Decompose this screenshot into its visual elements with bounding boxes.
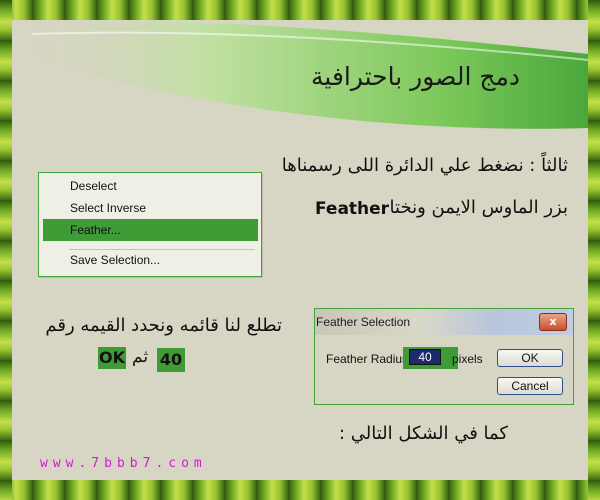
feather-radius-highlight [403, 347, 458, 369]
caption: كما في الشكل التالي : [338, 423, 508, 444]
frame-left-border [0, 0, 12, 500]
feather-selection-dialog: Feather Selection x Feather Radius pixel… [314, 308, 574, 405]
ok-button[interactable]: OK [497, 349, 563, 367]
dialog-title: Feather Selection [316, 315, 411, 329]
frame-bottom-border [0, 480, 600, 500]
ok-badge: OK [98, 347, 126, 369]
close-icon[interactable]: x [539, 313, 567, 331]
feather-radius-label: Feather Radius [326, 352, 409, 366]
feather-keyword: Feather [315, 199, 390, 219]
menu-item-save-selection[interactable]: Save Selection... [43, 249, 258, 271]
step-line-2: بزر الماوس الايمن ونختا [389, 197, 568, 218]
cancel-button[interactable]: Cancel [497, 377, 563, 395]
frame-top-border [0, 0, 600, 20]
menu-item-feather[interactable]: Feather... [43, 219, 258, 241]
context-menu: Deselect Select Inverse Feather... Save … [38, 172, 262, 277]
step-line-1: ثالثاً : نضغط علي الدائرة اللى رسمناها [281, 155, 568, 176]
menu-item-deselect[interactable]: Deselect [43, 175, 258, 197]
frame-right-border [588, 0, 600, 500]
dialog-titlebar: Feather Selection x [315, 309, 573, 335]
site-url[interactable]: www.7bbb7.com [40, 456, 207, 471]
instruction-line: تطلع لنا قائمه ونحدد القيمه رقم [45, 315, 282, 336]
then-word: ثم [132, 347, 149, 367]
pixels-unit-label: pixels [452, 352, 483, 366]
page-title: دمج الصور باحترافية [311, 62, 520, 91]
value-badge: 40 [157, 348, 185, 372]
feather-radius-input[interactable] [409, 349, 441, 365]
menu-item-select-inverse[interactable]: Select Inverse [43, 197, 258, 219]
